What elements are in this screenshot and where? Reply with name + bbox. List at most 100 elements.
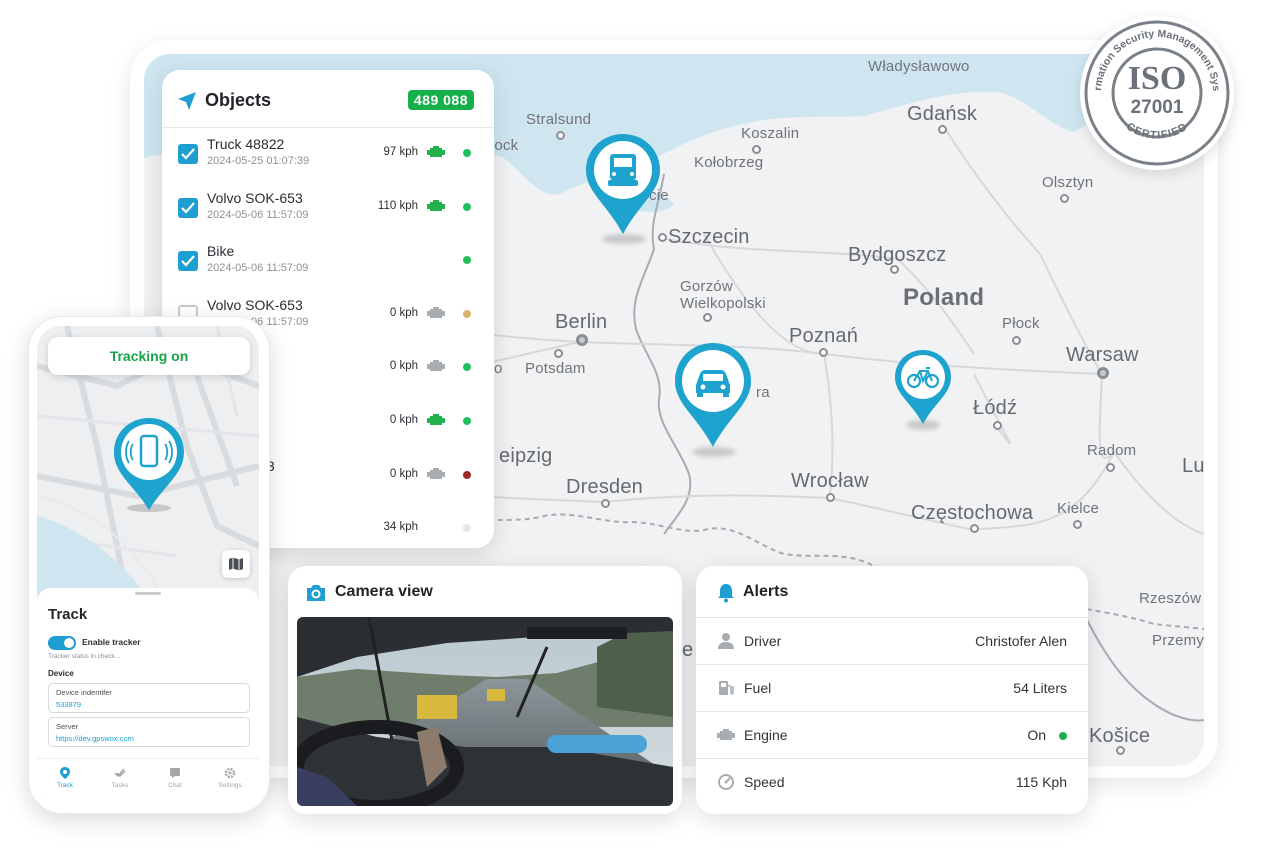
speedometer-icon <box>718 774 734 790</box>
city-label: Olsztyn <box>1042 174 1094 191</box>
device-id-value: 533879 <box>56 700 82 709</box>
object-row[interactable]: Bike 2024-05-06 11:57:09 <box>162 235 494 289</box>
checkmark-icon <box>181 148 195 160</box>
object-timestamp: 2024-05-25 01:07:39 <box>207 155 310 167</box>
city-label: ra <box>756 384 770 401</box>
device-id-label: Device indentifer <box>56 688 112 697</box>
device-id-field[interactable]: Device indentifer 533879 <box>48 683 250 713</box>
object-status-dot <box>463 417 471 425</box>
object-checkbox[interactable] <box>178 251 198 272</box>
capital-dot <box>1097 367 1109 379</box>
page: Władysławowo Gdańsk Stralsund tock Kosza… <box>0 0 1280 860</box>
iso-badge: Information Security Management System I… <box>1075 7 1234 170</box>
object-checkbox[interactable] <box>178 197 198 218</box>
engine-icon <box>426 467 446 481</box>
engine-icon <box>426 413 446 427</box>
track-title: Track <box>48 606 88 623</box>
object-speed: 110 kph <box>377 199 418 212</box>
car-icon <box>675 343 751 447</box>
enable-tracker-toggle[interactable] <box>48 636 76 650</box>
sheet-handle[interactable] <box>135 592 161 595</box>
navigation-arrow-icon <box>178 92 196 110</box>
city-label: tock <box>490 137 519 154</box>
object-row[interactable]: Truck 48822 2024-05-25 01:07:39 97 kph <box>162 128 494 182</box>
object-timestamp: 2024-05-06 11:57:09 <box>207 262 309 275</box>
city-label: Berlin <box>555 311 608 333</box>
object-speed: 34 kph <box>383 521 418 534</box>
object-status-dot <box>463 524 471 533</box>
nav-settings-label: Settings <box>218 782 242 789</box>
object-speed: 0 kph <box>389 467 418 480</box>
server-label: Server <box>56 722 79 731</box>
fuel-icon <box>719 681 734 695</box>
country-label: Poland <box>903 284 985 311</box>
city-dot <box>826 493 835 502</box>
chat-icon <box>170 768 180 778</box>
nav-settings[interactable]: Settings <box>205 767 255 789</box>
alert-label: Driver <box>744 633 782 649</box>
alert-value: On <box>1027 727 1046 743</box>
city-dot <box>556 131 565 140</box>
engine-status-dot <box>1059 732 1067 740</box>
capital-dot <box>576 334 588 346</box>
alerts-panel: Alerts Driver Christofer Alen Fuel 54 Li… <box>696 566 1088 814</box>
city-label: Gdańsk <box>907 103 978 125</box>
city-label: Przemy <box>1152 632 1204 649</box>
engine-icon <box>717 729 735 740</box>
alert-value: 54 Liters <box>1013 680 1067 696</box>
truck-icon <box>586 134 660 234</box>
truck-pin[interactable] <box>583 130 663 234</box>
object-checkbox[interactable] <box>178 144 198 164</box>
alert-label: Engine <box>744 727 788 743</box>
bike-pin[interactable] <box>893 348 973 448</box>
city-label: Płock <box>1002 315 1040 332</box>
object-status-dot <box>463 202 471 211</box>
object-speed: 0 kph <box>389 306 418 319</box>
object-name: Truck 48822 <box>207 136 285 152</box>
object-status-dot <box>463 470 471 479</box>
track-sheet: Track Enable tracker Tracker status in c… <box>37 588 259 804</box>
city-dot <box>1106 463 1115 472</box>
nav-tasks[interactable]: Tasks <box>95 767 145 789</box>
city-label: Lu <box>1182 455 1204 477</box>
camera-feed[interactable] <box>297 617 673 806</box>
city-dot <box>1012 336 1021 345</box>
alert-row-fuel: Fuel 54 Liters <box>696 664 1088 711</box>
checkmark-icon <box>181 201 195 214</box>
object-row[interactable]: Volvo SOK-653 2024-05-06 11:57:09 110 kph <box>162 182 494 236</box>
alerts-title: Alerts <box>743 583 789 600</box>
car-pin[interactable] <box>673 341 753 447</box>
city-dot <box>819 348 828 357</box>
server-value: https://dev.gpswox.com <box>56 734 134 743</box>
engine-icon <box>426 199 446 213</box>
city-label: Dresden <box>566 476 643 498</box>
objects-count-badge: 489 088 <box>407 90 474 110</box>
alert-value: Christofer Alen <box>975 633 1067 649</box>
object-name: Bike <box>207 243 235 260</box>
device-section-label: Device <box>48 669 74 678</box>
city-label: Łódź <box>973 397 1018 419</box>
map-layers-button[interactable] <box>222 550 250 578</box>
object-status-dot <box>463 309 471 318</box>
enable-tracker-label: Enable tracker <box>82 637 141 647</box>
city-label: Rzeszów <box>1139 590 1202 607</box>
city-label: Stralsund <box>526 111 592 128</box>
city-dot <box>890 265 899 274</box>
city-label: Potsdam <box>525 360 586 377</box>
city-dot <box>1116 746 1125 755</box>
iso-number: 27001 <box>1131 97 1184 118</box>
tracker-status-text: Tracker status in check... <box>48 653 121 660</box>
city-label: Gorzów Wielkopolski <box>680 278 766 312</box>
city-dot <box>993 421 1002 430</box>
phone-pin[interactable] <box>111 416 187 512</box>
object-name: Volvo SOK-653 <box>207 296 303 313</box>
server-field[interactable]: Server https://dev.gpswox.com <box>48 717 250 747</box>
iso-seal-icon: Information Security Management System I… <box>1075 7 1230 166</box>
city-label: e <box>682 639 694 661</box>
city-dot <box>554 349 563 358</box>
bottom-nav: Track Tasks Chat Settings <box>37 758 259 804</box>
nav-chat[interactable]: Chat <box>150 767 200 789</box>
city-label: Koszalin <box>741 125 800 142</box>
nav-track[interactable]: Track <box>40 767 90 789</box>
city-dot <box>938 125 947 134</box>
